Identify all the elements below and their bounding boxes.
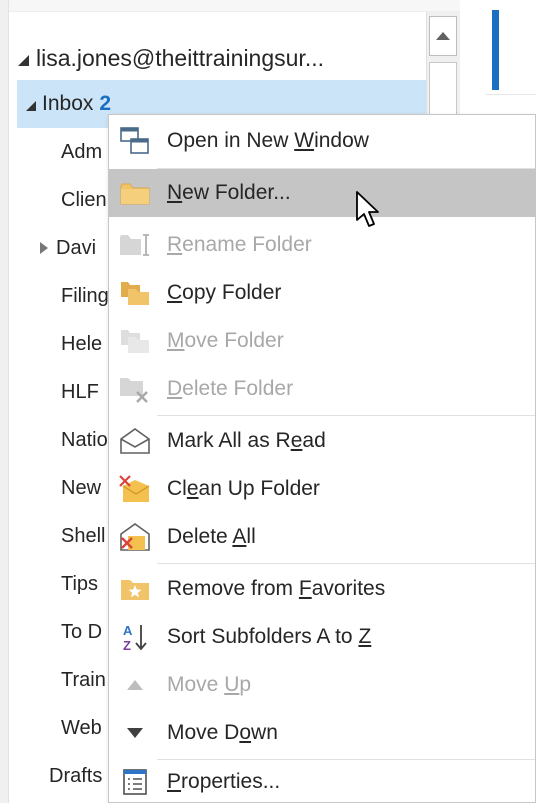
folder-item[interactable]: Train [61, 660, 106, 700]
folder-item[interactable]: Web [61, 708, 102, 748]
account-node[interactable]: lisa.jones@theittrainingsur... [18, 38, 424, 78]
collapse-triangle-icon[interactable] [18, 54, 29, 66]
folder-label: Clien [61, 188, 107, 211]
menu-label: Delete Folder [167, 377, 294, 400]
expand-arrow-icon[interactable] [40, 242, 48, 254]
folder-item[interactable]: Clien [61, 180, 107, 220]
menu-item-mark-all-read[interactable]: Mark All as Read [109, 417, 536, 465]
folder-label: Hele [61, 332, 103, 355]
menu-item-sort-subfolders[interactable]: A Z Sort Subfolders A to Z [109, 613, 536, 661]
folder-label: Davi [56, 236, 97, 259]
pane-top-border [9, 0, 460, 12]
move-folder-icon [118, 324, 152, 358]
delete-all-icon [118, 520, 152, 554]
menu-item-move-down[interactable]: Move Down [109, 709, 536, 757]
scroll-up-button[interactable] [429, 16, 457, 56]
folder-label: Natio [61, 428, 108, 451]
scroll-up-arrow-icon [436, 32, 450, 40]
menu-item-remove-favorites[interactable]: Remove from Favorites [109, 565, 536, 613]
collapse-triangle-icon[interactable] [26, 100, 36, 111]
menu-item-clean-up-folder[interactable]: Clean Up Folder [109, 465, 536, 513]
menu-label: Move Folder [167, 329, 284, 352]
menu-separator [157, 759, 535, 760]
menu-label: Move Up [167, 673, 252, 696]
menu-label: Clean Up Folder [167, 477, 320, 500]
folder-label: Train [61, 668, 106, 691]
menu-label: Mark All as Read [167, 429, 326, 452]
clean-up-icon [118, 472, 152, 506]
triangle-up-icon [118, 668, 152, 702]
svg-text:Z: Z [123, 638, 131, 652]
folder-item[interactable]: Hele [61, 324, 102, 364]
folder-item[interactable]: HLF [61, 372, 99, 412]
menu-label: New Folder... [167, 181, 291, 204]
rename-folder-icon [118, 228, 152, 262]
inbox-label: Inbox [42, 92, 94, 115]
folder-label: To D [61, 620, 103, 643]
folder-label: HLF [61, 380, 99, 403]
folder-item[interactable]: Natio [61, 420, 108, 460]
folder-item[interactable]: Adm [61, 132, 102, 172]
menu-item-delete-folder: Delete Folder [109, 365, 536, 413]
account-label: lisa.jones@theittrainingsur... [36, 44, 324, 71]
menu-label: Properties... [167, 770, 281, 793]
menu-item-delete-all[interactable]: Delete All [109, 513, 536, 561]
menu-separator [157, 563, 535, 564]
folder-label: Shell [61, 524, 106, 547]
divider [486, 94, 536, 95]
new-folder-icon [118, 176, 152, 210]
menu-label: Open in New Window [167, 129, 369, 152]
folder-item[interactable]: New [61, 468, 101, 508]
menu-item-open-new-window[interactable]: Open in New Window [109, 117, 536, 165]
delete-folder-icon [118, 372, 152, 406]
triangle-down-icon [118, 716, 152, 750]
menu-separator [157, 415, 535, 416]
copy-folder-icon [118, 276, 152, 310]
menu-item-move-up: Move Up [109, 661, 536, 709]
folder-item[interactable]: Filing [61, 276, 109, 316]
menu-label: Remove from Favorites [167, 577, 386, 600]
unread-count-badge: 2 [99, 92, 112, 115]
accent-bar [492, 10, 499, 90]
menu-item-copy-folder[interactable]: Copy Folder [109, 269, 536, 317]
menu-item-rename-folder: Rename Folder [109, 221, 536, 269]
folder-item[interactable]: Tips [61, 564, 98, 604]
folder-item[interactable]: Shell [61, 516, 105, 556]
menu-label: Delete All [167, 525, 256, 548]
menu-item-new-folder[interactable]: New Folder... [109, 169, 536, 217]
menu-item-move-folder: Move Folder [109, 317, 536, 365]
folder-label: New [61, 476, 102, 499]
mouse-cursor-icon [356, 191, 379, 227]
menu-item-properties[interactable]: Properties... [109, 761, 536, 803]
folder-label: Adm [61, 140, 103, 163]
menu-label: Rename Folder [167, 233, 312, 256]
folder-item[interactable]: Davi [40, 228, 96, 268]
properties-icon [118, 765, 152, 799]
folder-context-menu: Open in New Window New Folder... Rename … [108, 114, 536, 803]
menu-label: Sort Subfolders A to Z [167, 625, 372, 648]
sort-az-icon: A Z [118, 620, 152, 654]
folder-label: Tips [61, 572, 99, 595]
pane-left-border [0, 0, 9, 803]
svg-text:A: A [123, 623, 133, 638]
folder-item-drafts[interactable]: Drafts [49, 756, 102, 796]
folder-label: Web [61, 716, 102, 739]
folder-label: Drafts [49, 764, 103, 787]
favorites-folder-icon [118, 572, 152, 606]
menu-label: Move Down [167, 721, 278, 744]
open-window-icon [118, 124, 152, 158]
folder-item[interactable]: To D [61, 612, 102, 652]
envelope-open-icon [118, 424, 152, 458]
menu-label: Copy Folder [167, 281, 282, 304]
folder-label: Filing [61, 284, 109, 307]
